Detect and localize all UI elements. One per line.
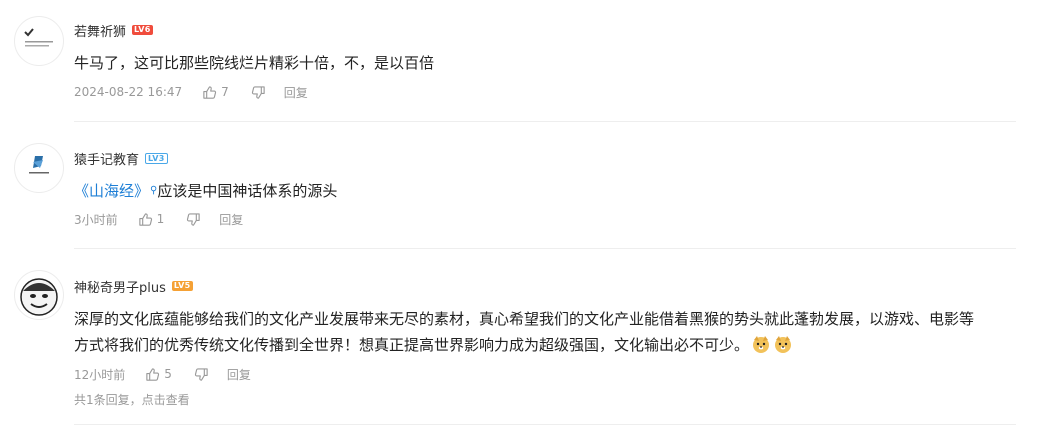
avatar[interactable] (14, 270, 64, 320)
comment-list: 若舞祈狮 LV6 牛马了，这可比那些院线烂片精彩十倍，不，是以百倍 2024-0… (0, 0, 1044, 428)
avatar[interactable] (14, 143, 64, 193)
level-badge: LV5 (171, 281, 193, 291)
reply-button[interactable]: 回复 (219, 211, 243, 228)
like-count: 7 (221, 85, 229, 99)
comment-meta: 12小时前 5 回复 (74, 365, 251, 383)
divider (74, 248, 1016, 249)
comment-text-body: 应该是中国神话体系的源头 (157, 182, 338, 200)
comment-text-line: 深厚的文化底蕴能够给我们的文化产业发展带来无尽的素材，真心希望我们的文化产业能借… (74, 310, 975, 328)
doge-emoji-icon (751, 334, 771, 362)
comment-header: 神秘奇男子plus LV5 (74, 276, 193, 296)
thumbs-down-icon[interactable] (194, 367, 209, 382)
divider (74, 424, 1016, 425)
thumbs-down-icon[interactable] (251, 85, 266, 100)
comment-text: 牛马了，这可比那些院线烂片精彩十倍，不，是以百倍 (74, 54, 435, 72)
comment-header: 猿手记教育 LV3 (74, 148, 168, 168)
comment-text: 《山海经》⚲应该是中国神话体系的源头 (74, 178, 337, 204)
topic-link[interactable]: 《山海经》 (74, 182, 149, 200)
username[interactable]: 若舞祈狮 (74, 21, 126, 40)
comment-time: 12小时前 (74, 367, 126, 382)
like-count: 5 (164, 367, 172, 381)
thumbs-up-icon[interactable] (202, 85, 217, 100)
comment-meta: 3小时前 1 回复 (74, 210, 243, 228)
divider (74, 121, 1016, 122)
doge-emoji-icon (773, 334, 793, 362)
username[interactable]: 猿手记教育 (74, 149, 139, 168)
username[interactable]: 神秘奇男子plus (74, 277, 166, 296)
avatar[interactable] (14, 16, 64, 66)
comment-text-line-2: 方式将我们的优秀传统文化传播到全世界！想真正提高世界影响力成为超级强国，文化输出… (74, 336, 750, 354)
comment-time: 2024-08-22 16:47 (74, 85, 183, 99)
comment-text-line: 方式将我们的优秀传统文化传播到全世界！想真正提高世界影响力成为超级强国，文化输出… (74, 332, 974, 362)
thumbs-down-icon[interactable] (186, 212, 201, 227)
comment-time: 3小时前 (74, 212, 118, 227)
view-replies-link[interactable]: 共1条回复，点击查看 (74, 391, 190, 408)
reply-button[interactable]: 回复 (284, 84, 308, 101)
thumbs-up-icon[interactable] (138, 212, 153, 227)
level-badge: LV3 (145, 152, 168, 164)
level-badge: LV6 (132, 25, 153, 35)
reply-button[interactable]: 回复 (227, 366, 251, 383)
comment-header: 若舞祈狮 LV6 (74, 20, 153, 40)
thumbs-up-icon[interactable] (145, 367, 160, 382)
comment-meta: 2024-08-22 16:47 7 回复 (74, 83, 308, 101)
comment-text: 深厚的文化底蕴能够给我们的文化产业发展带来无尽的素材，真心希望我们的文化产业能借… (74, 306, 974, 362)
like-count: 1 (156, 212, 165, 226)
